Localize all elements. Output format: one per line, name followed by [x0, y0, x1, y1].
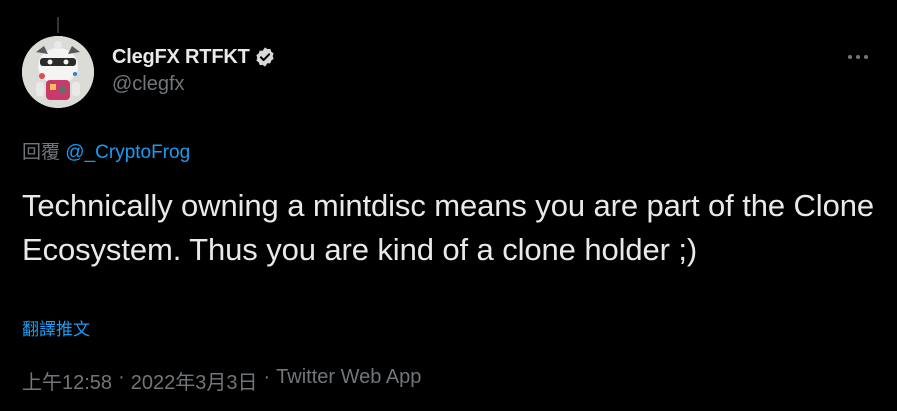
meta-separator: ·	[118, 366, 125, 388]
avatar-image	[22, 36, 94, 108]
tweet-date[interactable]: 2022年3月3日	[131, 366, 258, 395]
meta-separator: ·	[263, 366, 271, 388]
tweet-source[interactable]: Twitter Web App	[276, 366, 421, 395]
tweet-metadata: 上午12:58 · 2022年3月3日 · Twitter Web App	[22, 366, 421, 395]
author-handle[interactable]: @clegfx	[112, 73, 276, 96]
display-name[interactable]: ClegFX RTFKT	[112, 46, 250, 69]
reply-prefix: 回覆	[22, 142, 61, 163]
tweet-card: ClegFX RTFKT @clegfx 回覆 @_CryptoFrog Tec…	[0, 0, 897, 411]
avatar[interactable]	[22, 36, 94, 108]
translate-tweet-link[interactable]: 翻譯推文	[22, 315, 90, 340]
display-name-row: ClegFX RTFKT	[112, 43, 276, 71]
verified-badge-icon	[254, 46, 276, 68]
tweet-time[interactable]: 上午12:58	[22, 366, 112, 395]
reply-context: 回覆 @_CryptoFrog	[22, 137, 190, 164]
thread-connector-line	[57, 17, 59, 33]
more-options-icon[interactable]	[847, 46, 869, 68]
author-info: ClegFX RTFKT @clegfx	[112, 43, 276, 96]
tweet-text: Technically owning a mintdisc means you …	[22, 188, 875, 267]
reply-mention-link[interactable]: @_CryptoFrog	[65, 142, 190, 163]
